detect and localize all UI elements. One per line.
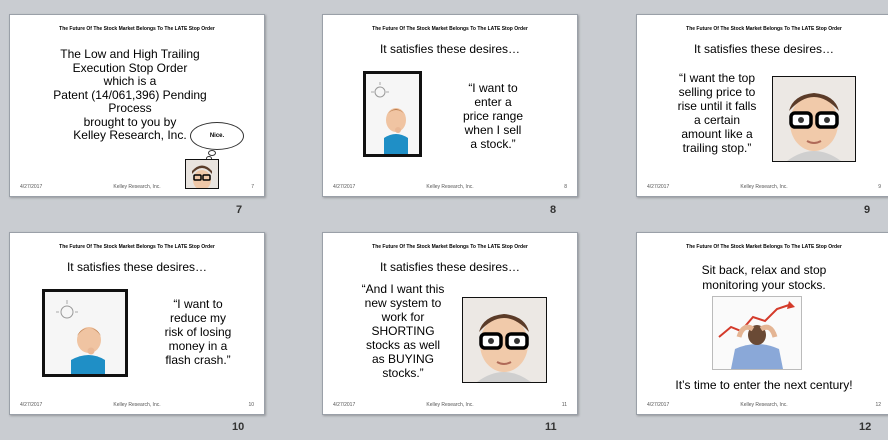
- body-line: reduce my: [169, 311, 227, 325]
- body-line: SHORTING: [371, 324, 435, 338]
- body-line: new system to: [364, 296, 442, 310]
- slide-header: The Future Of The Stock Market Belongs T…: [372, 244, 528, 250]
- body-line: amount like a: [681, 127, 753, 141]
- slide-footer-company: Kelley Research, Inc.: [113, 184, 161, 190]
- body-line: rise until it falls: [677, 99, 757, 113]
- body-line: stocks.”: [382, 366, 424, 380]
- slide-body: “I want to enter a price range when I se…: [433, 81, 553, 151]
- body-line: risk of losing: [164, 325, 232, 339]
- slide-thumbnail-11[interactable]: The Future Of The Stock Market Belongs T…: [322, 232, 578, 415]
- body-line: enter a: [474, 95, 512, 109]
- slide-title: Sit back, relax and stop monitoring your…: [637, 263, 888, 293]
- body-line: as BUYING: [371, 352, 434, 366]
- body-line: when I sell: [464, 123, 522, 137]
- slide-footer-page: 10: [248, 402, 254, 408]
- slide-footer-page: 8: [564, 184, 567, 190]
- body-line: flash crash.”: [165, 353, 231, 367]
- body-line: a certain: [693, 113, 741, 127]
- title-line: monitoring your stocks.: [702, 278, 826, 292]
- body-line: Process: [108, 101, 152, 115]
- slide-thumbnail-10[interactable]: The Future Of The Stock Market Belongs T…: [9, 232, 265, 415]
- body-line: trailing stop.”: [682, 141, 752, 155]
- slide-thumbnail-8[interactable]: The Future Of The Stock Market Belongs T…: [322, 14, 578, 197]
- slide-number-11: 11: [545, 421, 557, 433]
- body-line: “I want to: [468, 81, 518, 95]
- slide-number-7: 7: [236, 204, 243, 216]
- body-line: price range: [462, 109, 524, 123]
- body-line: Execution Stop Order: [72, 60, 188, 75]
- slide-closing-line: It’s time to enter the next century!: [675, 378, 853, 392]
- slide-thumbnail-12[interactable]: The Future Of The Stock Market Belongs T…: [636, 232, 888, 415]
- slide-body: “I want to reduce my risk of losing mone…: [138, 297, 258, 367]
- slide-title: It satisfies these desires…: [693, 42, 835, 56]
- body-line: Patent (14/061,396) Pending: [53, 87, 207, 102]
- slide-footer-company: Kelley Research, Inc.: [426, 184, 474, 190]
- slide-title: It satisfies these desires…: [66, 260, 208, 274]
- slide-title: It satisfies these desires…: [379, 260, 521, 274]
- slide-footer-company: Kelley Research, Inc.: [426, 402, 474, 408]
- body-line: “And I want this: [361, 282, 445, 296]
- slide-number-9: 9: [864, 204, 871, 216]
- slide-header: The Future Of The Stock Market Belongs T…: [59, 26, 215, 32]
- slide-number-8: 8: [550, 204, 557, 216]
- body-line: which is a: [103, 74, 157, 88]
- slide-footer-page: 11: [561, 402, 567, 408]
- body-line: The Low and High Trailing: [60, 47, 200, 61]
- slide-number-10: 10: [232, 421, 245, 433]
- slide-title: It satisfies these desires…: [379, 42, 521, 56]
- thinking-child-photo: [42, 289, 128, 377]
- slide-footer-company: Kelley Research, Inc.: [113, 402, 161, 408]
- body-line: stocks as well: [365, 338, 441, 352]
- boy-glasses-photo: [462, 297, 547, 383]
- body-line: a stock.”: [470, 137, 516, 151]
- slide-header: The Future Of The Stock Market Belongs T…: [686, 26, 842, 32]
- thinking-child-photo: [363, 71, 422, 157]
- slide-header: The Future Of The Stock Market Belongs T…: [372, 26, 528, 32]
- slide-number-12: 12: [859, 421, 872, 433]
- slide-header: The Future Of The Stock Market Belongs T…: [686, 244, 842, 250]
- slide-body: “And I want this new system to work for …: [351, 282, 455, 380]
- slide-footer-page: 7: [251, 184, 254, 190]
- slide-footer-page: 9: [878, 184, 881, 190]
- slide-thumbnail-9[interactable]: The Future Of The Stock Market Belongs T…: [636, 14, 888, 197]
- slide-sorter: The Future Of The Stock Market Belongs T…: [0, 0, 888, 440]
- slide-thumbnail-7[interactable]: The Future Of The Stock Market Belongs T…: [9, 14, 265, 197]
- slide-footer-company: Kelley Research, Inc.: [740, 402, 788, 408]
- thought-bubble: Nice.: [190, 122, 244, 150]
- body-line: work for: [381, 310, 425, 324]
- body-line: selling price to: [678, 85, 756, 99]
- title-line: Sit back, relax and stop: [701, 263, 827, 277]
- body-line: money in a: [168, 339, 228, 353]
- body-line: “I want to: [173, 297, 223, 311]
- slide-header: The Future Of The Stock Market Belongs T…: [59, 244, 215, 250]
- body-line: “I want the top: [678, 71, 756, 85]
- boy-glasses-photo: [772, 76, 856, 162]
- relaxing-man-chart-photo: [712, 296, 802, 370]
- slide-footer-page: 12: [875, 402, 881, 408]
- slide-footer-company: Kelley Research, Inc.: [740, 184, 788, 190]
- slide-body: “I want the top selling price to rise un…: [667, 71, 767, 155]
